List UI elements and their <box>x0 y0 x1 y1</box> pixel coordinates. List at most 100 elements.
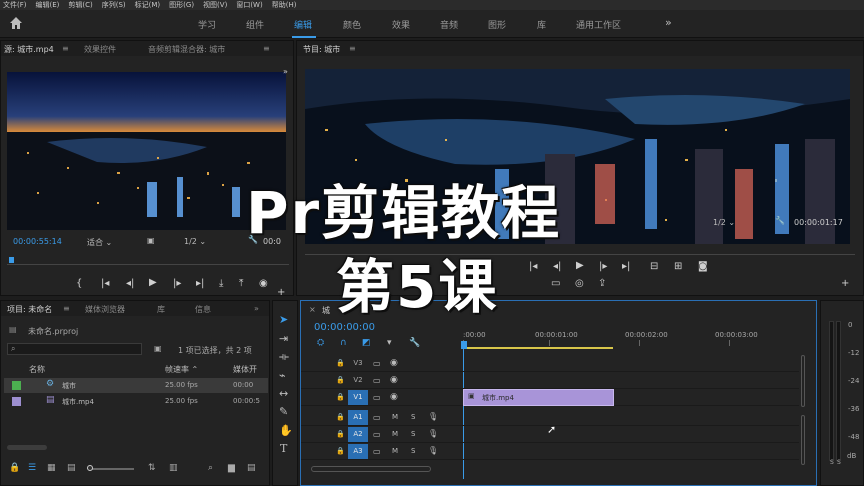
freeform-view-icon[interactable]: ▤ <box>67 463 76 473</box>
add-marker-icon[interactable]: ▾ <box>387 338 392 348</box>
toggle-sync-lock-icon[interactable]: ▭ <box>373 393 381 402</box>
step-back-icon[interactable]: ◂| <box>126 278 134 289</box>
track-id-V2[interactable]: V2 <box>348 373 368 388</box>
menu-item-3[interactable]: 序列(S) <box>102 0 126 10</box>
workspace-tab-4[interactable]: 效果 <box>392 18 410 31</box>
nest-icon[interactable]: ⛭ <box>317 338 324 348</box>
workspace-tab-6[interactable]: 图形 <box>488 18 506 31</box>
workspace-tab-7[interactable]: 库 <box>537 18 546 31</box>
automate-icon[interactable]: ▥ <box>169 463 178 473</box>
voiceover-mic-icon[interactable]: 🎙 <box>428 412 438 421</box>
program-step-back-icon[interactable]: ◂| <box>553 261 561 272</box>
more-workspaces-icon[interactable]: » <box>665 16 672 29</box>
safe-margins-icon[interactable]: ▭ <box>551 278 560 289</box>
type-tool-icon[interactable]: T <box>280 442 287 455</box>
toggle-sync-lock-icon[interactable]: ▭ <box>373 447 381 456</box>
project-list-item[interactable]: ▤ 城市.mp4 25.00 fps 00:00:5 <box>4 394 268 409</box>
selection-tool-icon[interactable]: ➤ <box>279 313 288 326</box>
track-eye-icon[interactable]: ◉ <box>390 358 398 368</box>
camera-icon[interactable]: ◎ <box>575 278 584 289</box>
ripple-edit-tool-icon[interactable]: ⟛ <box>279 350 289 364</box>
menu-item-7[interactable]: 窗口(W) <box>236 0 262 10</box>
tab-audio-clip-mixer[interactable]: 音频剪辑混合器: 城市 <box>148 44 225 55</box>
program-go-to-out-icon[interactable]: ▸| <box>622 261 630 272</box>
source-timecode[interactable]: 00:00:55:14 <box>13 237 62 246</box>
tab-project[interactable]: 项目: 未命名 <box>7 304 52 315</box>
find-icon[interactable]: ⌕ <box>208 463 213 473</box>
workspace-tab-3[interactable]: 颜色 <box>343 18 361 31</box>
track-lock-icon[interactable]: 🔒 <box>336 413 345 421</box>
snap-icon[interactable]: ∩ <box>340 338 347 348</box>
track-solo-button[interactable]: S <box>411 447 415 455</box>
clip-v1[interactable]: ▣ 城市.mp4 <box>463 389 614 406</box>
tab-media-browser[interactable]: 媒体浏览器 <box>85 304 125 315</box>
home-icon[interactable] <box>9 16 23 30</box>
tab-more-icon[interactable]: ≡ <box>263 44 270 53</box>
track-id-V1[interactable]: V1 <box>348 390 368 405</box>
icon-view-icon[interactable]: ▦ <box>47 463 56 473</box>
menu-item-2[interactable]: 剪辑(C) <box>68 0 92 10</box>
project-list-item[interactable]: ⚙ 城市 25.00 fps 00:00 <box>4 378 268 393</box>
label-color-swatch[interactable] <box>12 397 21 406</box>
meter-solo-left[interactable]: S <box>830 459 834 466</box>
track-id-A2[interactable]: A2 <box>348 427 368 442</box>
work-area-bar[interactable] <box>463 347 613 349</box>
panel-expand-icon[interactable]: » <box>283 67 288 76</box>
go-to-in-icon[interactable]: |◂ <box>101 278 109 289</box>
slip-tool-icon[interactable]: ↔ <box>279 387 288 400</box>
toggle-sync-lock-icon[interactable]: ▭ <box>373 413 381 422</box>
linked-selection-icon[interactable]: ◩ <box>362 338 371 348</box>
track-lock-icon[interactable]: 🔒 <box>336 393 345 401</box>
menu-item-0[interactable]: 文件(F) <box>3 0 27 10</box>
track-solo-button[interactable]: S <box>411 413 415 421</box>
zoom-slider[interactable] <box>89 468 134 470</box>
sort-icon[interactable]: ⇅ <box>148 463 156 473</box>
timeline-settings-icon[interactable]: 🔧 <box>409 338 420 348</box>
project-menu-icon[interactable]: ≡ <box>63 304 70 313</box>
menu-item-6[interactable]: 视图(V) <box>203 0 227 10</box>
fit-dropdown[interactable]: 适合 ⌄ <box>87 237 112 248</box>
project-more-icon[interactable]: » <box>254 304 259 313</box>
toggle-sync-lock-icon[interactable]: ▭ <box>373 376 381 385</box>
program-menu-icon[interactable]: ≡ <box>349 44 356 53</box>
source-playhead-bar[interactable] <box>7 257 289 265</box>
toggle-sync-lock-icon[interactable]: ▭ <box>373 430 381 439</box>
new-item-icon[interactable]: ▤ <box>247 463 256 473</box>
mark-in-icon[interactable]: { <box>76 278 82 289</box>
tab-program[interactable]: 节目: 城市 <box>303 44 340 55</box>
track-solo-button[interactable]: S <box>411 430 415 438</box>
tab-source[interactable]: 源: 城市.mp4 <box>4 44 54 55</box>
tab-menu-icon[interactable]: ≡ <box>62 44 69 53</box>
voiceover-mic-icon[interactable]: 🎙 <box>428 429 438 438</box>
track-eye-icon[interactable]: ◉ <box>390 375 398 385</box>
tab-timeline-sequence[interactable]: 城 <box>322 305 330 316</box>
export-frame-icon[interactable]: ◉ <box>259 278 268 289</box>
track-id-A3[interactable]: A3 <box>348 444 368 459</box>
column-fps[interactable]: 帧速率 ⌃ <box>165 364 198 375</box>
lock-icon[interactable]: 🔒 <box>9 463 20 473</box>
share-icon[interactable]: ⇪ <box>598 278 606 289</box>
track-mute-button[interactable]: M <box>392 447 398 455</box>
track-mute-button[interactable]: M <box>392 413 398 421</box>
play-icon[interactable]: ▶ <box>149 277 157 288</box>
track-eye-icon[interactable]: ◉ <box>390 392 398 402</box>
menu-item-4[interactable]: 标记(M) <box>135 0 161 10</box>
vertical-scroll-audio[interactable] <box>801 415 805 465</box>
workspace-tab-5[interactable]: 音频 <box>440 18 458 31</box>
project-scrollbar[interactable] <box>7 445 47 450</box>
overwrite-icon[interactable]: ⤒ <box>239 278 243 289</box>
extract-icon[interactable]: ⊞ <box>674 261 682 272</box>
workspace-tab-8[interactable]: 通用工作区 <box>576 18 621 31</box>
zoom-slider-handle[interactable] <box>87 465 93 471</box>
track-lock-icon[interactable]: 🔒 <box>336 447 345 455</box>
source-settings-icon[interactable]: ▣ <box>147 236 155 245</box>
program-go-to-in-icon[interactable]: |◂ <box>529 261 537 272</box>
label-color-swatch[interactable] <box>12 381 21 390</box>
program-add-icon[interactable]: + <box>841 278 849 289</box>
menu-item-8[interactable]: 帮助(H) <box>272 0 297 10</box>
program-wrench-icon[interactable]: 🔧 <box>775 216 785 225</box>
column-media-start[interactable]: 媒体开 <box>233 364 257 375</box>
track-lock-icon[interactable]: 🔒 <box>336 359 345 367</box>
hand-tool-icon[interactable]: ✋ <box>279 424 293 437</box>
tab-library[interactable]: 库 <box>157 304 165 315</box>
